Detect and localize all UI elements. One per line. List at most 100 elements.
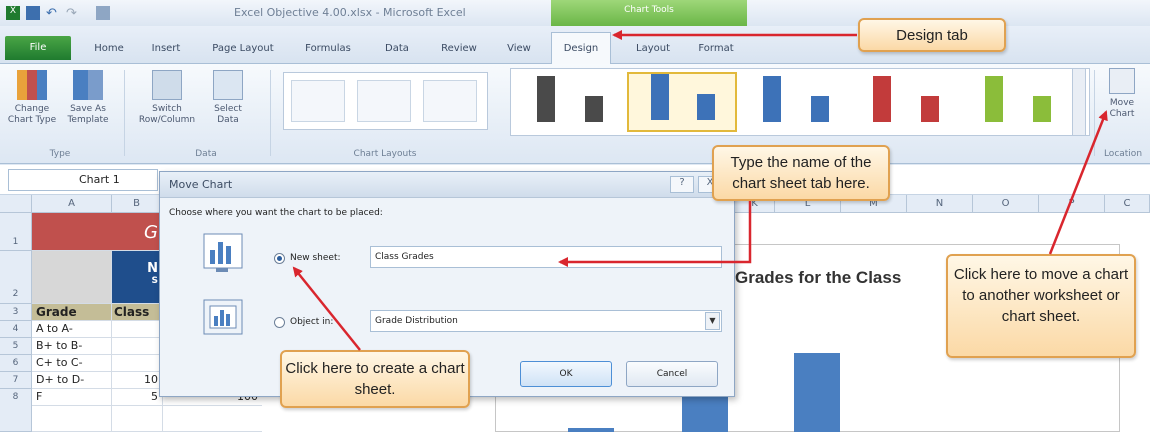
tab-format[interactable]: Format — [692, 38, 740, 60]
cell-a3[interactable]: Grade — [32, 304, 112, 321]
cell-a1[interactable] — [32, 213, 112, 251]
new-sheet-radio[interactable] — [274, 253, 285, 264]
dialog-title: Move Chart — [169, 178, 233, 191]
group-separator — [1094, 70, 1095, 156]
tab-file[interactable]: File — [5, 36, 71, 60]
save-as-template-button[interactable]: Save As Template — [62, 70, 114, 126]
object-in-radio[interactable] — [274, 317, 285, 328]
chart-bar — [794, 353, 840, 432]
row-header[interactable]: 3 — [0, 304, 32, 321]
object-in-select[interactable]: Grade Distribution — [370, 310, 722, 332]
tab-layout[interactable]: Layout — [628, 38, 678, 60]
excel-icon[interactable]: X — [6, 6, 20, 20]
dialog-titlebar[interactable]: Move Chart ? X — [160, 172, 734, 198]
row-header[interactable]: 1 — [0, 213, 32, 251]
name-box[interactable]: Chart 1 — [8, 169, 158, 191]
row-header[interactable]: 2 — [0, 251, 32, 304]
cell-a4[interactable]: A to A- — [32, 321, 112, 338]
chart-styles-gallery[interactable] — [510, 68, 1090, 136]
callout-type-name: Type the name of the chart sheet tab her… — [712, 145, 890, 201]
group-label-chart-layouts: Chart Layouts — [353, 149, 417, 159]
redo-icon[interactable]: ↷ — [66, 6, 80, 21]
chart-style-4[interactable] — [851, 72, 961, 132]
chart-style-3[interactable] — [741, 72, 851, 132]
style-bar-short — [811, 96, 829, 122]
style-bar-short — [697, 94, 715, 120]
cell-b7[interactable]: 10 — [112, 372, 162, 389]
template-icon — [73, 70, 103, 100]
cell-a5[interactable]: B+ to B- — [32, 338, 112, 355]
chart-layouts-gallery[interactable] — [283, 72, 488, 130]
cell-b5[interactable] — [112, 338, 162, 355]
cell-a6[interactable]: C+ to C- — [32, 355, 112, 372]
callout-design-tab: Design tab — [858, 18, 1006, 52]
layout-thumb[interactable] — [423, 80, 477, 122]
style-bar-short — [585, 96, 603, 122]
chart-quick-icon[interactable] — [96, 6, 110, 20]
tab-formulas[interactable]: Formulas — [300, 38, 356, 60]
tab-review[interactable]: Review — [436, 38, 482, 60]
row-header[interactable]: 8 — [0, 389, 32, 432]
style-bar-tall — [985, 76, 1003, 122]
cell-b6[interactable] — [112, 355, 162, 372]
save-icon[interactable] — [26, 6, 40, 20]
layout-thumb[interactable] — [291, 80, 345, 122]
change-chart-type-button[interactable]: Change Chart Type — [6, 70, 58, 126]
tab-design[interactable]: Design — [551, 32, 611, 64]
cell-b3[interactable]: Class — [112, 304, 162, 321]
bar-chart-icon — [17, 70, 47, 100]
column-header-n[interactable]: N — [907, 195, 973, 213]
move-chart-button[interactable]: Move Chart — [1098, 68, 1146, 120]
cell-a8[interactable]: F — [32, 389, 112, 406]
chart-title[interactable]: Grades for the Class — [735, 268, 901, 288]
tab-view[interactable]: View — [502, 38, 536, 60]
column-header-c[interactable]: C — [1105, 195, 1150, 213]
cancel-button[interactable]: Cancel — [626, 361, 718, 387]
new-sheet-label[interactable]: New sheet: — [290, 253, 341, 263]
cell-a2[interactable] — [32, 251, 112, 304]
cell-b1[interactable]: G — [112, 213, 162, 251]
cell-b9[interactable] — [112, 406, 162, 432]
tab-data[interactable]: Data — [380, 38, 414, 60]
row-header[interactable]: 5 — [0, 338, 32, 355]
row-header[interactable]: 7 — [0, 372, 32, 389]
switch-row-column-button[interactable]: Switch Row/Column — [136, 70, 198, 126]
chart-style-1[interactable] — [515, 72, 625, 132]
column-header-p[interactable]: P — [1039, 195, 1105, 213]
undo-icon[interactable]: ↶ — [46, 6, 60, 21]
cell-a9[interactable] — [32, 406, 112, 432]
style-bar-tall — [651, 74, 669, 120]
group-label-data: Data — [195, 149, 217, 159]
select-all-corner[interactable] — [0, 195, 32, 213]
object-in-label[interactable]: Object in: — [290, 317, 333, 327]
style-bar-tall — [873, 76, 891, 122]
row-header[interactable]: 4 — [0, 321, 32, 338]
column-header-o[interactable]: O — [973, 195, 1039, 213]
column-header-b[interactable]: B — [112, 195, 162, 213]
column-header-a[interactable]: A — [32, 195, 112, 213]
cell-a7[interactable]: D+ to D- — [32, 372, 112, 389]
ok-button[interactable]: OK — [520, 361, 612, 387]
styles-gallery-scroll[interactable] — [1072, 68, 1086, 136]
chevron-down-icon[interactable]: ▼ — [705, 312, 720, 330]
group-separator — [270, 70, 271, 156]
tab-home[interactable]: Home — [88, 38, 130, 60]
chart-bar — [682, 395, 728, 432]
cell-b2[interactable]: N S — [112, 251, 162, 304]
object-in-icon — [202, 296, 244, 338]
row-header[interactable]: 6 — [0, 355, 32, 372]
chart-style-2[interactable] — [627, 72, 737, 132]
cell-b8[interactable]: 5 — [112, 389, 162, 406]
cell-b4[interactable] — [112, 321, 162, 338]
select-data-button[interactable]: Select Data — [206, 70, 250, 126]
tab-insert[interactable]: Insert — [146, 38, 186, 60]
new-sheet-icon — [202, 232, 244, 274]
new-sheet-name-input[interactable]: Class Grades — [370, 246, 722, 268]
cell-b2-top: N — [147, 261, 158, 276]
move-chart-icon — [1109, 68, 1135, 94]
cell-c9[interactable] — [162, 406, 262, 432]
tab-page-layout[interactable]: Page Layout — [208, 38, 278, 60]
help-button[interactable]: ? — [670, 176, 694, 193]
chart-style-5[interactable] — [963, 72, 1073, 132]
layout-thumb[interactable] — [357, 80, 411, 122]
